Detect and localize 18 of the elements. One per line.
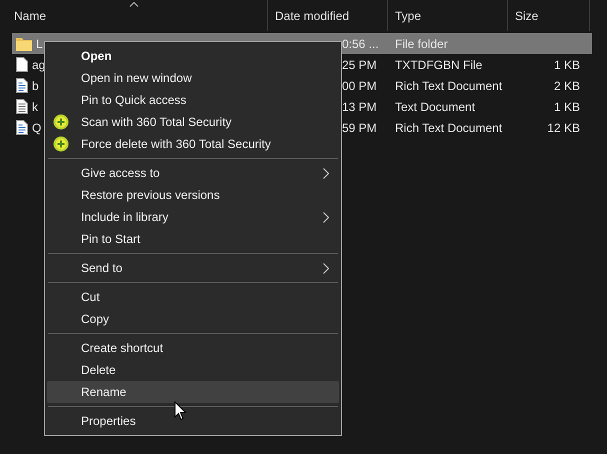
date-cell: 0:56 ... (342, 36, 379, 50)
date-cell: 13 PM (342, 100, 377, 114)
date-cell: 59 PM (342, 120, 377, 134)
size-cell: 2 KB (554, 78, 580, 92)
type-cell: File folder (395, 36, 448, 50)
type-cell: TXTDFGBN File (395, 58, 482, 72)
type-cell: Rich Text Document (395, 78, 502, 92)
file-name: L (36, 36, 43, 52)
type-cell: Rich Text Document (395, 120, 502, 134)
type-cell: Text Document (395, 100, 476, 114)
size-cell: 1 KB (554, 58, 580, 72)
size-cell: 1 KB (554, 100, 580, 114)
date-cell: 00 PM (342, 78, 377, 92)
date-cell: 25 PM (342, 58, 377, 72)
file-name: b (32, 78, 39, 94)
file-name: k (32, 98, 38, 116)
size-cell: 12 KB (547, 120, 580, 134)
file-name: Q (32, 120, 42, 136)
